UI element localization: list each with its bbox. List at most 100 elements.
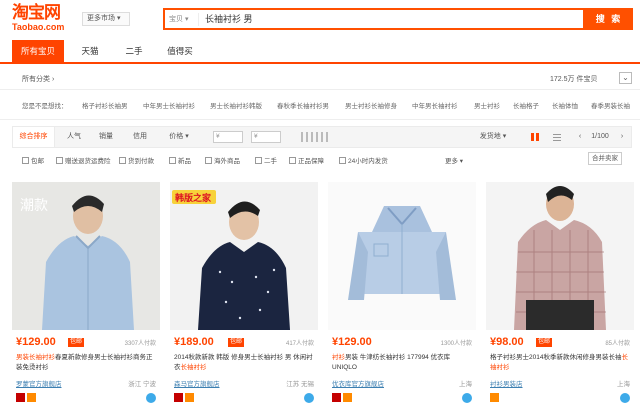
- result-tabs: 所有宝贝 天猫 二手 值得买: [0, 40, 640, 64]
- filter-cod[interactable]: 货到付款: [119, 155, 154, 165]
- product-card[interactable]: ¥129.00 1300人付款 衬衫男装 牛津纺长袖衬衫 177994 优衣库U…: [328, 182, 476, 407]
- wangwang-chat-icon[interactable]: [462, 393, 472, 403]
- product-card[interactable]: ¥98.00 包邮 85人付款 格子衬衫男士2014秋季新款休闲修身男装长袖长袖…: [486, 182, 634, 407]
- sales-count: 417人付款: [285, 341, 314, 347]
- product-title[interactable]: 男装长袖衬衫春夏新款修身男士长袖衬衫商务正装免烫衬衫: [16, 353, 156, 375]
- badges: [174, 393, 196, 403]
- related-item[interactable]: 中年男长袖衬衫: [412, 100, 458, 110]
- product-image[interactable]: 潮款: [12, 182, 160, 330]
- product-image[interactable]: [328, 182, 476, 330]
- title-highlight: 衬衫: [332, 354, 345, 361]
- grid-view-icon[interactable]: [531, 133, 539, 141]
- header: 淘宝网 Taobao.com 更多市场 ▾ 宝贝 ▾ 长袖衬衫 男 搜 索: [0, 0, 640, 36]
- product-card[interactable]: 潮款 ¥129.00 包邮 3307人付款 男装长袖衬衫春夏新款修身男士长袖衬衫…: [12, 182, 160, 407]
- product-price: ¥129.00: [16, 336, 56, 348]
- search-input[interactable]: 长袖衬衫 男: [205, 12, 253, 26]
- related-item[interactable]: 长袖体恤: [552, 100, 578, 110]
- product-image[interactable]: 韩版之家: [170, 182, 318, 330]
- tmall-badge-icon[interactable]: [16, 393, 25, 402]
- checkbox-icon: [339, 157, 346, 164]
- tab-worth-buying[interactable]: 值得买: [160, 40, 200, 62]
- shop-link[interactable]: 森马官方旗舰店: [174, 378, 220, 388]
- image-promo-label: 韩版之家: [175, 192, 212, 204]
- sales-count: 85人付款: [605, 341, 630, 347]
- wangwang-chat-icon[interactable]: [146, 393, 156, 403]
- filter-genuine[interactable]: 正品保障: [289, 155, 324, 165]
- title-text: 男装 牛津纺长袖衬衫 177994 优衣库UNIQLO: [332, 354, 451, 371]
- product-title[interactable]: 2014秋款新款 韩版 修身男士长袖衬衫 男 休闲衬衣长袖衬衫: [174, 353, 314, 375]
- related-label: 您是不是想找：: [22, 103, 68, 110]
- shop-link[interactable]: 衬衫男装店: [490, 378, 523, 388]
- shop-location: 浙江 宁波: [128, 381, 156, 388]
- related-item[interactable]: 春季男装长袖: [591, 100, 630, 110]
- related-item[interactable]: 男士长袖衬衫韩版: [210, 100, 262, 110]
- product-title[interactable]: 格子衬衫男士2014秋季新款休闲修身男装长袖长袖衬衫: [490, 353, 630, 375]
- taobao-logo[interactable]: 淘宝网 Taobao.com: [12, 4, 72, 34]
- sort-credit[interactable]: 信用: [127, 127, 153, 147]
- tab-all[interactable]: 所有宝贝: [12, 40, 64, 62]
- filter-overseas[interactable]: 海外商品: [205, 155, 240, 165]
- related-item[interactable]: 中年男士长袖衬衫: [143, 100, 195, 110]
- related-item[interactable]: 长袖格子: [513, 100, 539, 110]
- related-item[interactable]: 男士衬衫长袖修身: [345, 100, 397, 110]
- tmall-badge-icon[interactable]: [174, 393, 183, 402]
- free-shipping-badge: 包邮: [536, 338, 553, 347]
- gold-seller-badge-icon[interactable]: [490, 393, 499, 402]
- tmall-badge-icon[interactable]: [332, 393, 341, 402]
- search-scope-select[interactable]: 宝贝 ▾: [169, 13, 199, 26]
- gold-seller-badge-icon[interactable]: [343, 393, 352, 402]
- sort-price[interactable]: 价格 ▾: [163, 127, 195, 147]
- filter-label: 赠送退货运费险: [65, 158, 111, 165]
- next-page-icon[interactable]: ›: [617, 127, 627, 147]
- market-dropdown[interactable]: 更多市场 ▾: [82, 12, 130, 26]
- collapse-toggle-icon[interactable]: ⌄: [619, 72, 632, 84]
- product-title[interactable]: 衬衫男装 牛津纺长袖衬衫 177994 优衣库UNIQLO: [332, 353, 472, 375]
- checkbox-icon: [119, 157, 126, 164]
- merge-sellers-button[interactable]: 合并卖家: [588, 152, 622, 165]
- filter-new[interactable]: 新品: [169, 155, 191, 165]
- filter-label: 24小时内发货: [348, 158, 388, 165]
- sort-bar: 综合排序 人气 销量 信用 价格 ▾ ¥ ¥ 发货地 ▾ ‹ 1/100 ›: [12, 126, 632, 148]
- shop-link[interactable]: 优衣库官方旗舰店: [332, 378, 384, 388]
- delivery-location-select[interactable]: 发货地 ▾: [473, 127, 513, 147]
- sort-popularity[interactable]: 人气: [61, 127, 87, 147]
- checkbox-icon: [255, 157, 262, 164]
- shop-link[interactable]: 罗蒙官方旗舰店: [16, 378, 62, 388]
- logo-text-en: Taobao.com: [12, 22, 65, 32]
- product-price: ¥129.00: [332, 336, 372, 348]
- related-item[interactable]: 男士衬衫: [474, 100, 500, 110]
- sort-price-label: 价格: [169, 133, 184, 140]
- search-box[interactable]: 宝贝 ▾ 长袖衬衫 男: [163, 8, 585, 30]
- gold-seller-badge-icon[interactable]: [27, 393, 36, 402]
- sort-sales[interactable]: 销量: [93, 127, 119, 147]
- price-to-input[interactable]: ¥: [251, 131, 281, 143]
- free-shipping-badge: 包邮: [68, 338, 85, 347]
- prev-page-icon[interactable]: ‹: [575, 127, 585, 147]
- tab-secondhand[interactable]: 二手: [116, 40, 152, 62]
- filter-24h-delivery[interactable]: 24小时内发货: [339, 155, 388, 165]
- wangwang-chat-icon[interactable]: [304, 393, 314, 403]
- badges: [16, 393, 38, 403]
- gold-seller-badge-icon[interactable]: [185, 393, 194, 402]
- title-text: 格子衬衫男士2014秋季新款休闲修身男装长袖: [490, 354, 622, 361]
- chevron-down-icon: ▾: [116, 15, 121, 22]
- wangwang-chat-icon[interactable]: [620, 393, 630, 403]
- filter-more[interactable]: 更多 ▾: [445, 155, 463, 165]
- filter-label: 货到付款: [128, 158, 154, 165]
- search-button[interactable]: 搜 索: [585, 8, 633, 30]
- product-card[interactable]: 韩版之家 ¥189.00 包邮 417人付款 2014秋款新款 韩版 修身男士长…: [170, 182, 318, 407]
- related-item[interactable]: 春秋季长袖衬衫男: [277, 100, 329, 110]
- filter-secondhand[interactable]: 二手: [255, 155, 277, 165]
- sort-default[interactable]: 综合排序: [13, 127, 55, 147]
- filter-bar: 包邮 赠送退货运费险 货到付款 新品 海外商品 二手 正品保障 24小时内发货 …: [12, 150, 632, 170]
- list-view-icon[interactable]: [553, 133, 561, 141]
- filter-label: 包邮: [31, 158, 44, 165]
- filter-free-shipping[interactable]: 包邮: [22, 155, 44, 165]
- breadcrumb-all-categories[interactable]: 所有分类 ›: [22, 74, 54, 84]
- price-from-input[interactable]: ¥: [213, 131, 243, 143]
- product-image[interactable]: [486, 182, 634, 330]
- related-item[interactable]: 格子衬衫长袖男: [82, 100, 128, 110]
- tab-tmall[interactable]: 天猫: [72, 40, 108, 62]
- filter-label: 二手: [264, 158, 277, 165]
- filter-return-insurance[interactable]: 赠送退货运费险: [56, 155, 111, 165]
